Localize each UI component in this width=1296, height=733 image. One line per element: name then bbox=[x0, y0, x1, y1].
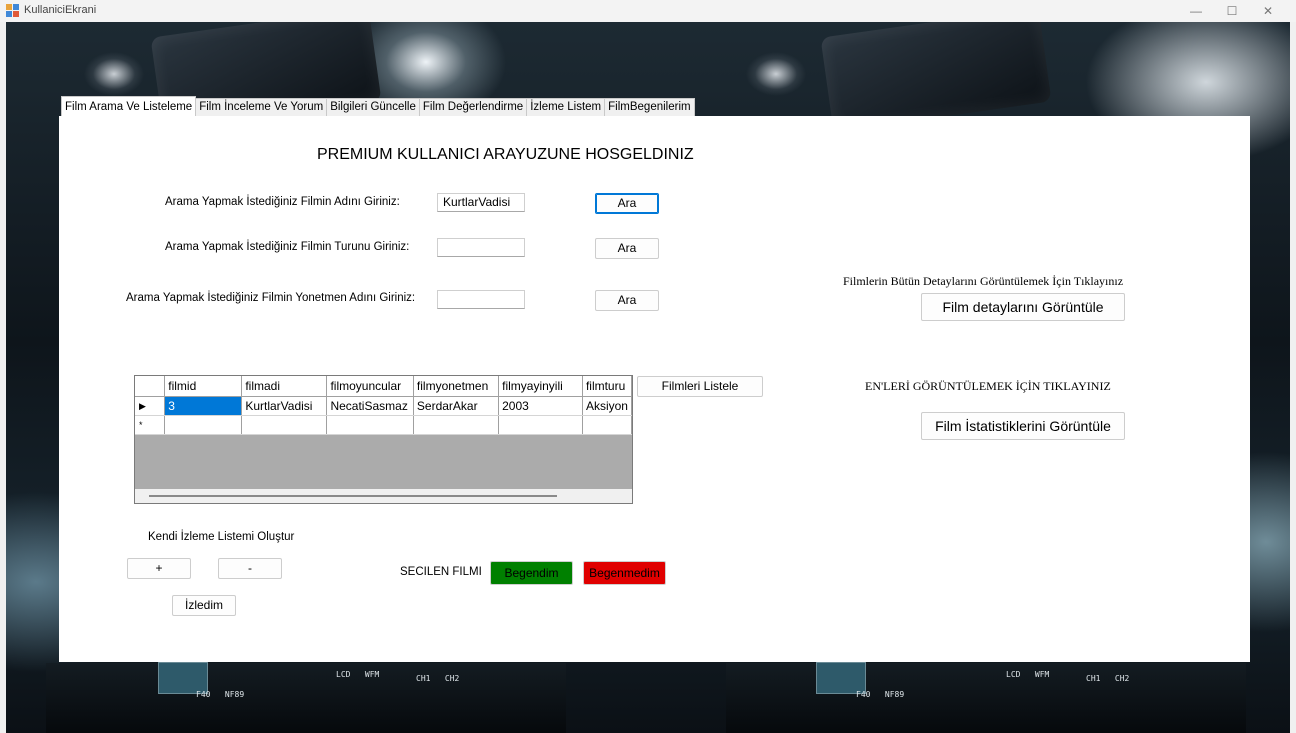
grid-cell[interactable]: KurtlarVadisi bbox=[241, 396, 328, 416]
like-button[interactable]: Begendim bbox=[490, 561, 573, 585]
search-genre-input[interactable] bbox=[437, 238, 525, 257]
grid-cell[interactable]: Aksiyon bbox=[582, 396, 632, 416]
row-indicator-new[interactable]: * bbox=[135, 415, 166, 435]
search-name-button[interactable]: Ara bbox=[595, 193, 659, 214]
column-header[interactable]: filmoyuncular bbox=[326, 376, 414, 397]
row-indicator-current[interactable]: ▶ bbox=[135, 396, 166, 416]
minimize-button[interactable]: — bbox=[1178, 0, 1214, 22]
close-button[interactable]: ✕ bbox=[1250, 0, 1286, 22]
grid-header-row: filmid filmadi filmoyuncular filmyonetme… bbox=[135, 376, 632, 397]
best-prompt: EN'LERİ GÖRÜNTÜLEMEK İÇİN TIKLAYINIZ bbox=[865, 379, 1111, 393]
app-icon bbox=[6, 4, 19, 17]
films-grid[interactable]: filmid filmadi filmoyuncular filmyonetme… bbox=[134, 375, 633, 504]
tab-bilgileri-guncelle[interactable]: Bilgileri Güncelle bbox=[326, 98, 420, 116]
watched-button[interactable]: İzledim bbox=[172, 595, 236, 616]
dislike-button[interactable]: Begenmedim bbox=[583, 561, 666, 585]
search-director-label: Arama Yapmak İstediğiniz Filmin Yonetmen… bbox=[126, 292, 416, 304]
remove-from-watchlist-button[interactable]: - bbox=[218, 558, 282, 579]
column-header[interactable]: filmyonetmen bbox=[413, 376, 500, 397]
selected-film-label: SECILEN FILMI bbox=[400, 566, 482, 578]
column-header[interactable]: filmyayinyili bbox=[498, 376, 583, 397]
search-director-button[interactable]: Ara bbox=[595, 290, 659, 311]
film-stats-button[interactable]: Film İstatistiklerini Görüntüle bbox=[921, 412, 1125, 440]
details-prompt: Filmlerin Bütün Detaylarını Görüntülemek… bbox=[843, 274, 1124, 288]
title-bar: KullaniciEkrani — ☐ ✕ bbox=[0, 0, 1296, 22]
add-to-watchlist-button[interactable]: + bbox=[127, 558, 191, 579]
grid-cell[interactable]: NecatiSasmaz bbox=[326, 396, 414, 416]
tab-izleme-listem[interactable]: İzleme Listem bbox=[526, 98, 606, 116]
page-title: PREMIUM KULLANICI ARAYUZUNE HOSGELDINIZ bbox=[317, 146, 694, 163]
tab-film-begenilerim[interactable]: FilmBegenilerim bbox=[604, 98, 695, 116]
watchlist-label: Kendi İzleme Listemi Oluştur bbox=[148, 531, 295, 543]
grid-corner bbox=[135, 376, 166, 397]
scrollbar-thumb[interactable] bbox=[149, 495, 557, 497]
grid-cell[interactable] bbox=[241, 415, 328, 435]
tab-page: PREMIUM KULLANICI ARAYUZUNE HOSGELDINIZ … bbox=[59, 116, 1250, 662]
tab-strip: Film Arama Ve Listeleme Film İnceleme Ve… bbox=[61, 96, 695, 116]
grid-cell[interactable] bbox=[582, 415, 632, 435]
tab-film-arama[interactable]: Film Arama Ve Listeleme bbox=[61, 96, 197, 116]
column-header[interactable]: filmturu bbox=[582, 376, 632, 397]
window-title: KullaniciEkrani bbox=[24, 4, 97, 16]
grid-cell[interactable]: 2003 bbox=[498, 396, 583, 416]
grid-cell[interactable] bbox=[326, 415, 414, 435]
column-header[interactable]: filmadi bbox=[241, 376, 328, 397]
search-genre-button[interactable]: Ara bbox=[595, 238, 659, 259]
search-name-input[interactable]: KurtlarVadisi bbox=[437, 193, 525, 212]
grid-cell[interactable]: 3 bbox=[164, 396, 243, 416]
tab-film-degerlendirme[interactable]: Film Değerlendirme bbox=[418, 98, 528, 116]
column-header[interactable]: filmid bbox=[164, 376, 243, 397]
grid-horizontal-scrollbar[interactable] bbox=[135, 489, 632, 503]
search-name-label: Arama Yapmak İstediğiniz Filmin Adını Gi… bbox=[165, 196, 400, 208]
grid-cell[interactable] bbox=[164, 415, 243, 435]
table-row-new[interactable]: * bbox=[135, 415, 632, 435]
film-details-button[interactable]: Film detaylarını Görüntüle bbox=[921, 293, 1125, 321]
grid-cell[interactable] bbox=[413, 415, 500, 435]
search-director-input[interactable] bbox=[437, 290, 525, 309]
table-row[interactable]: ▶ 3 KurtlarVadisi NecatiSasmaz SerdarAka… bbox=[135, 396, 632, 416]
tab-film-inceleme[interactable]: Film İnceleme Ve Yorum bbox=[195, 98, 328, 116]
maximize-button[interactable]: ☐ bbox=[1214, 0, 1250, 22]
grid-cell[interactable]: SerdarAkar bbox=[413, 396, 500, 416]
list-films-button[interactable]: Filmleri Listele bbox=[637, 376, 763, 397]
search-genre-label: Arama Yapmak İstediğiniz Filmin Turunu G… bbox=[165, 241, 410, 253]
grid-cell[interactable] bbox=[498, 415, 583, 435]
